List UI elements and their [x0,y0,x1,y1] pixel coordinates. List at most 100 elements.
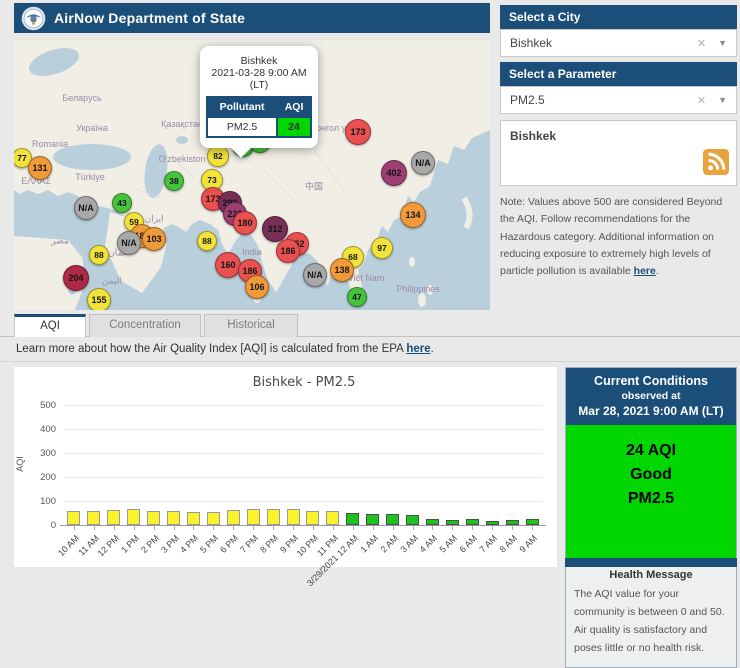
chart-bar[interactable] [226,510,240,525]
aqi-marker[interactable]: 186 [276,239,300,263]
chart-bar[interactable] [246,509,260,525]
aqi-marker[interactable]: 106 [245,275,269,299]
rss-icon[interactable] [703,149,729,178]
parameter-clear-icon[interactable]: ✕ [697,94,706,107]
bottom-section-bar[interactable] [565,558,737,567]
chart-xtick [293,526,295,530]
aqi-marker[interactable]: N/A [303,263,327,287]
map[interactable]: Беларусь Україна Romania ΕΛΛΑΣ Türkiye مصر Қаз… [14,40,490,310]
aqi-marker[interactable]: 155 [87,288,111,310]
chart-bar[interactable] [346,513,360,525]
feed-city-label: Bishkek [510,129,557,143]
section-divider [0,361,740,362]
chart-xtick [452,526,454,530]
chart-gridline [64,453,542,454]
chart-bar[interactable] [525,519,539,525]
chart-xtick [193,526,195,530]
chart-bar[interactable] [326,511,340,525]
current-conditions-panel: Current Conditions observed at Mar 28, 2… [565,367,737,668]
aqi-marker[interactable]: 160 [215,252,241,278]
chart-bar[interactable] [127,509,141,525]
parameter-select[interactable]: PM2.5 ✕ ▼ [500,86,737,114]
chart-xtick [73,526,75,530]
chart-gridline [64,477,542,478]
chart-bar[interactable] [306,511,320,525]
aqi-marker[interactable]: 82 [207,145,229,167]
current-aqi-box: 24 AQI Good PM2.5 [566,425,736,563]
aqi-marker[interactable]: 43 [112,193,132,213]
popup-col-aqi: AQI [276,96,312,118]
city-caret-icon[interactable]: ▼ [718,38,727,48]
city-panel: Select a City Bishkek ✕ ▼ [500,5,737,57]
chart-xtick [153,526,155,530]
chart-bar[interactable] [67,511,81,525]
map-country-label: O'zbekiston [158,154,206,164]
aqi-marker[interactable]: 138 [330,258,354,282]
dos-seal-icon [21,6,46,31]
chart-bar[interactable] [485,520,499,525]
aqi-marker[interactable]: N/A [117,231,141,255]
tab-historical[interactable]: Historical [204,314,298,337]
chart-bar[interactable] [186,511,200,525]
note-prefix: Note: Values above 500 are considered Be… [500,196,723,278]
current-conditions-header: Current Conditions observed at Mar 28, 2… [566,368,736,425]
aqi-marker[interactable]: 47 [347,287,367,307]
chart-bar[interactable] [465,518,479,525]
chart-bar[interactable] [107,510,121,525]
chart-area: Bishkek - PM2.5 AQI 0 100 200 300 400 500 10 A… [14,367,557,588]
city-select[interactable]: Bishkek ✕ ▼ [500,29,737,57]
chart-xtick [432,526,434,530]
chart-bar[interactable] [425,518,439,525]
tab-aqi[interactable]: AQI [14,314,86,337]
note-text: Note: Values above 500 are considered Be… [500,194,737,281]
aqi-marker[interactable]: N/A [74,196,98,220]
aqi-marker[interactable]: 312 [262,216,288,242]
tab-concentration[interactable]: Concentration [89,314,201,337]
health-message-section: Health Message The AQI value for your co… [566,563,736,667]
parameter-caret-icon[interactable]: ▼ [718,95,727,105]
aqi-marker[interactable]: 97 [371,237,393,259]
map-country-label: Беларусь [62,93,102,103]
aqi-marker[interactable]: 88 [89,245,109,265]
chart-bar[interactable] [167,510,181,525]
aqi-marker[interactable]: 180 [233,211,257,235]
learn-more-suffix: . [430,343,434,355]
chart-xtick [273,526,275,530]
chart-bar[interactable] [87,511,101,525]
chart-bar[interactable] [366,514,380,525]
popup-city: Bishkek [240,55,278,67]
aqi-marker[interactable]: 131 [28,156,52,180]
map-country-label: India [242,247,262,257]
chart-bar[interactable] [286,509,300,525]
aqi-marker[interactable]: 38 [164,171,184,191]
app-title: AirNow Department of State [54,10,246,26]
chart-xtick [133,526,135,530]
chart-bar[interactable] [505,519,519,525]
map-popup: Bishkek 2021-03-28 9:00 AM (LT) Pollutan… [200,46,318,158]
city-clear-icon[interactable]: ✕ [697,37,706,50]
aqi-marker[interactable]: 88 [197,231,217,251]
chart-xtick [312,526,314,530]
chart-xtick [233,526,235,530]
chart-bar[interactable] [147,510,161,525]
current-conditions-datetime: Mar 28, 2021 9:00 AM (LT) [578,404,724,418]
aqi-marker[interactable]: N/A [411,151,435,175]
chart-bar[interactable] [386,514,400,525]
chart-title: Bishkek - PM2.5 [252,375,356,390]
chart-xtick [412,526,414,530]
aqi-marker[interactable]: 173 [345,119,371,145]
aqi-marker[interactable]: 134 [400,202,426,228]
chart-bar[interactable] [206,511,220,525]
chart-bar[interactable] [445,519,459,525]
chart-bar[interactable] [406,515,420,525]
health-message-title: Health Message [609,569,693,581]
chart-bar[interactable] [266,508,280,525]
learn-more-here-link[interactable]: here [406,343,430,355]
aqi-marker[interactable]: 204 [63,265,89,291]
chart-xtick [532,526,534,530]
aqi-marker[interactable]: 402 [381,160,407,186]
map-country-label: مصر [51,235,69,246]
aqi-marker[interactable]: 103 [142,227,166,251]
note-suffix: . [655,265,659,278]
note-here-link[interactable]: here [634,265,656,277]
